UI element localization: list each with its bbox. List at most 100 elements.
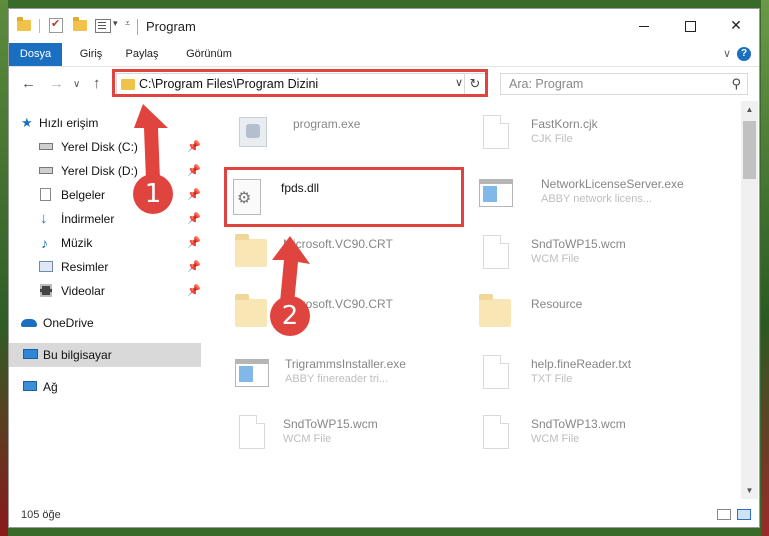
file-type: WCM File xyxy=(283,433,332,445)
scrollbar-thumb[interactable] xyxy=(743,121,756,179)
step-badge-1: 1 xyxy=(133,174,173,214)
chevron-down-icon[interactable]: ▾ xyxy=(113,18,118,29)
file-name: help.fineReader.txt xyxy=(531,357,632,371)
file-item[interactable]: SndToWP15.wcm WCM File xyxy=(477,231,717,287)
ribbon-tabs: Dosya Giriş Paylaş Görünüm ∨ ? xyxy=(9,43,759,67)
file-type: WCM File xyxy=(531,433,580,445)
back-button[interactable]: ← xyxy=(21,75,36,92)
file-highlight-box xyxy=(224,167,464,227)
sidebar-item-label: Müzik xyxy=(61,236,93,250)
up-button[interactable]: ↑ xyxy=(93,75,101,92)
folder-item[interactable]: Microsoft.VC90.CRT xyxy=(233,291,473,347)
search-input[interactable] xyxy=(501,74,729,94)
maximize-button[interactable] xyxy=(667,9,713,41)
sidebar-item-local-disk-d[interactable]: Yerel Disk (D:) 📌 xyxy=(9,159,201,183)
file-type: ABBY finereader tri... xyxy=(285,373,389,385)
desktop-background-left xyxy=(0,0,8,536)
sidebar-item-label: Hızlı erişim xyxy=(39,116,99,130)
pin-icon[interactable]: 📌 xyxy=(187,183,201,207)
file-name: SndToWP15.wcm xyxy=(283,417,378,431)
download-icon: ↓ xyxy=(40,210,48,227)
pin-icon[interactable]: 📌 xyxy=(187,255,201,279)
sidebar-item-downloads[interactable]: ↓ İndirmeler 📌 xyxy=(9,207,201,231)
pin-icon[interactable]: 📌 xyxy=(187,135,201,159)
tab-share[interactable]: Paylaş xyxy=(119,43,165,66)
documents-icon xyxy=(40,188,51,201)
folder-icon xyxy=(235,294,267,327)
file-item[interactable]: NetworkLicenseServer.exe ABBY network li… xyxy=(477,171,717,227)
pin-icon[interactable]: 📌 xyxy=(187,231,201,255)
scroll-up-icon[interactable]: ▲ xyxy=(741,101,758,118)
folder-icon xyxy=(17,17,31,31)
file-item[interactable]: SndToWP15.wcm WCM File xyxy=(233,411,473,467)
title-bar: ▾ ⩡ Program ✕ xyxy=(9,9,759,43)
folder-item[interactable]: Resource xyxy=(477,291,717,347)
file-name: SndToWP15.wcm xyxy=(531,237,626,251)
help-icon[interactable]: ? xyxy=(737,47,751,61)
sidebar-item-network[interactable]: Ağ xyxy=(9,375,201,399)
sidebar-item-label: İndirmeler xyxy=(61,212,115,226)
file-item[interactable]: program.exe xyxy=(233,111,473,167)
sidebar-item-pictures[interactable]: Resimler 📌 xyxy=(9,255,201,279)
sidebar-item-label: Belgeler xyxy=(61,188,106,202)
file-icon xyxy=(483,235,509,269)
customize-toolbar-icon[interactable]: ⩡ xyxy=(125,18,130,29)
scroll-down-icon[interactable]: ▼ xyxy=(741,482,758,499)
file-type: ABBY network licens... xyxy=(541,193,653,205)
sidebar-item-onedrive[interactable]: OneDrive xyxy=(9,311,201,335)
address-highlight-box xyxy=(112,69,488,97)
search-box[interactable]: ⚲ xyxy=(500,73,748,95)
vertical-scrollbar[interactable]: ▲ ▼ xyxy=(741,101,758,499)
pictures-icon xyxy=(39,261,53,272)
expand-ribbon-icon[interactable]: ∨ xyxy=(723,47,731,60)
star-icon: ★ xyxy=(21,115,33,130)
window-title: Program xyxy=(146,19,196,34)
file-icon xyxy=(483,415,509,449)
file-item[interactable]: FastKorn.cjk CJK File xyxy=(477,111,717,167)
view-properties-icon[interactable] xyxy=(95,19,111,33)
details-view-icon[interactable] xyxy=(717,509,731,520)
sidebar-item-label: Videolar xyxy=(61,284,105,298)
pin-icon[interactable]: 📌 xyxy=(187,159,201,183)
file-type: WCM File xyxy=(531,253,580,265)
sidebar-item-label: Yerel Disk (D:) xyxy=(61,164,138,178)
tab-view[interactable]: Görünüm xyxy=(179,43,239,66)
file-icon xyxy=(483,115,509,149)
sidebar-item-music[interactable]: ♪ Müzik 📌 xyxy=(9,231,201,255)
file-name: Resource xyxy=(531,297,583,311)
pin-icon[interactable]: 📌 xyxy=(187,207,201,231)
file-item[interactable]: SndToWP13.wcm WCM File xyxy=(477,411,717,467)
recent-locations-icon[interactable]: ∨ xyxy=(73,79,80,90)
sidebar-item-label: Ağ xyxy=(43,380,58,394)
file-name: TrigrammsInstaller.exe xyxy=(285,357,406,371)
forward-button[interactable]: → xyxy=(49,75,64,92)
new-folder-icon[interactable] xyxy=(73,17,87,31)
navigation-pane: ★ Hızlı erişim Yerel Disk (C:) 📌 Yerel D… xyxy=(9,101,205,499)
pin-icon[interactable]: 📌 xyxy=(187,279,201,303)
properties-check-icon[interactable] xyxy=(49,17,63,33)
sidebar-item-videos[interactable]: Videolar 📌 xyxy=(9,279,201,303)
sidebar-item-label: Resimler xyxy=(61,260,109,274)
sidebar-item-quick-access[interactable]: ★ Hızlı erişim xyxy=(9,111,201,135)
toolbar-divider xyxy=(39,19,40,33)
sidebar-item-local-disk-c[interactable]: Yerel Disk (C:) 📌 xyxy=(9,135,201,159)
file-name: Microsoft.VC90.CRT xyxy=(283,237,393,251)
tab-home[interactable]: Giriş xyxy=(71,43,111,66)
minimize-button[interactable] xyxy=(621,9,667,41)
file-name: NetworkLicenseServer.exe xyxy=(541,177,684,191)
folder-item[interactable]: Microsoft.VC90.CRT xyxy=(233,231,473,287)
file-item[interactable]: TrigrammsInstaller.exe ABBY finereader t… xyxy=(233,351,473,407)
file-name: program.exe xyxy=(293,117,361,131)
file-icon xyxy=(483,355,509,389)
item-count: 105 öğe xyxy=(21,509,61,521)
close-button[interactable]: ✕ xyxy=(713,9,759,41)
search-icon[interactable]: ⚲ xyxy=(731,76,741,92)
app-icon xyxy=(479,179,513,207)
tiles-view-icon[interactable] xyxy=(737,509,751,520)
desktop-background-right xyxy=(761,0,769,536)
file-name: SndToWP13.wcm xyxy=(531,417,626,431)
network-icon xyxy=(23,381,37,391)
tab-file[interactable]: Dosya xyxy=(9,43,62,66)
file-item[interactable]: help.fineReader.txt TXT File xyxy=(477,351,717,407)
sidebar-item-this-pc[interactable]: Bu bilgisayar xyxy=(9,343,201,367)
